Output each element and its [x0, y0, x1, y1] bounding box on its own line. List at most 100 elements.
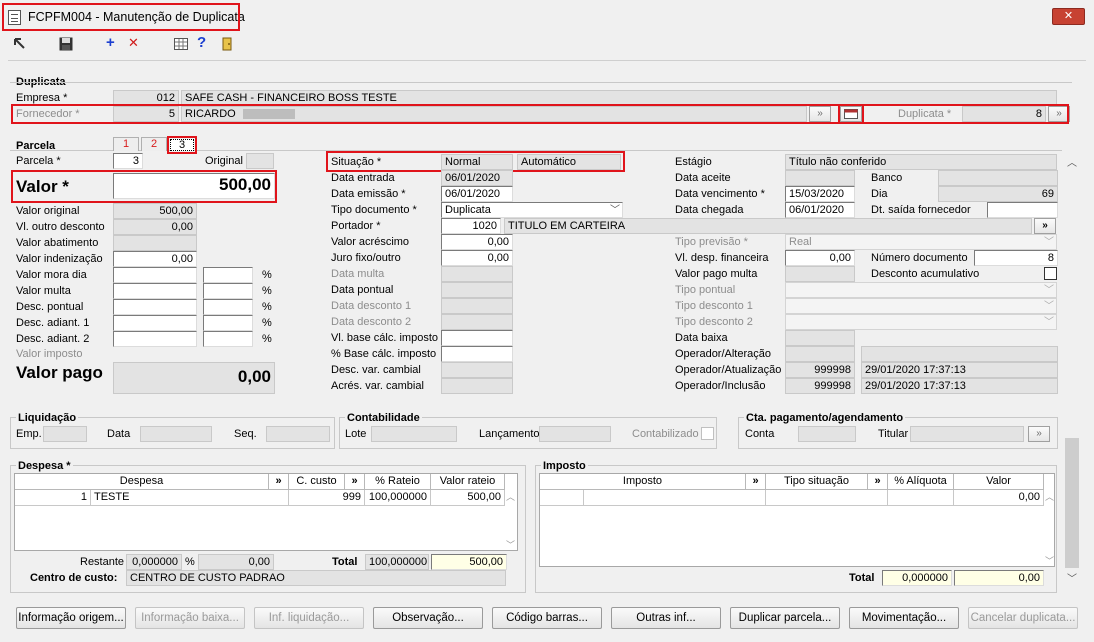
valor-multa-pct-field[interactable]: [203, 283, 253, 299]
row-number: 1: [15, 490, 91, 506]
fornecedor-search-button[interactable]: »: [809, 106, 831, 122]
movimentacao-button[interactable]: Movimentação...: [849, 607, 959, 629]
valor-indenizacao-field[interactable]: 0,00: [113, 251, 197, 267]
calculator-icon[interactable]: [174, 38, 188, 50]
vl-base-field[interactable]: [441, 330, 513, 346]
informacao-origem-button[interactable]: Informação origem...: [16, 607, 126, 629]
scroll-down-icon[interactable]: ﹀: [506, 538, 515, 551]
desc-adiant-2-pct-field[interactable]: [203, 331, 253, 347]
col-imposto-lookup[interactable]: »: [746, 474, 766, 490]
restante-label: Restante: [80, 556, 125, 568]
scroll-up-icon[interactable]: ︿: [1045, 490, 1054, 503]
calendar-button[interactable]: [840, 106, 862, 122]
close-button[interactable]: ✕: [1052, 8, 1085, 25]
table-row[interactable]: 0,00: [540, 490, 1044, 506]
data-chegada-field[interactable]: 06/01/2020: [785, 202, 855, 218]
cancelar-duplicata-button[interactable]: Cancelar duplicata...: [968, 607, 1078, 629]
lote-field: [371, 426, 457, 442]
col-ccusto-lookup[interactable]: »: [345, 474, 365, 490]
desconto-acumulativo-checkbox[interactable]: [1044, 267, 1057, 280]
operador-atualizacao-date: 29/01/2020 17:37:13: [861, 362, 1058, 378]
scroll-down-icon[interactable]: ﹀: [1067, 570, 1077, 585]
desc-adiant-1-field[interactable]: [113, 315, 197, 331]
desc-pontual-field[interactable]: [113, 299, 197, 315]
tab-parcela-2[interactable]: 2: [141, 137, 167, 151]
tipo-pontual-select: ﹀: [785, 282, 1057, 298]
table-row[interactable]: 1 TESTE 999 100,000000 500,00: [15, 490, 505, 506]
despesa-scrollbar[interactable]: ︿ ﹀: [505, 490, 517, 550]
row-valor[interactable]: 500,00: [431, 490, 505, 506]
desc-adiant-2-field[interactable]: [113, 331, 197, 347]
original-label: Original: [205, 155, 243, 167]
vertical-scrollbar[interactable]: ︿ ﹀: [1064, 152, 1080, 586]
desc-adiant-1-pct-field[interactable]: [203, 315, 253, 331]
estagio-field: Título não conferido: [785, 154, 1057, 170]
data-chegada-label: Data chegada: [675, 204, 744, 216]
pct-sign: %: [262, 301, 272, 313]
titular-field: [910, 426, 1024, 442]
titular-search-button[interactable]: »: [1028, 426, 1050, 442]
dup-search-button[interactable]: »: [1048, 106, 1070, 122]
centro-custo-field: CENTRO DE CUSTO PADRAO: [126, 570, 506, 586]
dup-label: Duplicata *: [898, 108, 952, 120]
row-valor[interactable]: 0,00: [954, 490, 1044, 506]
valor-mora-dia-field[interactable]: [113, 267, 197, 283]
scroll-down-icon[interactable]: ﹀: [1045, 554, 1054, 567]
numero-documento-field[interactable]: 8: [974, 250, 1058, 266]
imposto-scrollbar[interactable]: ︿ ﹀: [1044, 490, 1055, 566]
row-rateio[interactable]: 100,000000: [365, 490, 431, 506]
tab-parcela-3[interactable]: 3: [170, 139, 194, 151]
juro-field[interactable]: 0,00: [441, 250, 513, 266]
estagio-label: Estágio: [675, 156, 712, 168]
add-icon[interactable]: +: [106, 35, 115, 51]
tipo-previsao-select: Real ﹀: [785, 234, 1057, 250]
chevron-down-icon: ﹀: [1044, 285, 1054, 296]
data-liq-label: Data: [107, 428, 131, 440]
empresa-label: Empresa *: [16, 92, 68, 104]
duplicar-parcela-button[interactable]: Duplicar parcela...: [730, 607, 840, 629]
tab-parcela-1[interactable]: 1: [113, 137, 139, 151]
pct-base-field[interactable]: [441, 346, 513, 362]
informacao-baixa-button[interactable]: Informação baixa...: [135, 607, 245, 629]
valor-mora-dia-pct-field[interactable]: [203, 267, 253, 283]
chevron-down-icon: ﹀: [1044, 301, 1054, 312]
exit-door-icon[interactable]: [221, 37, 235, 51]
codigo-barras-button[interactable]: Código barras...: [492, 607, 602, 629]
observacao-button[interactable]: Observação...: [373, 607, 483, 629]
vl-desp-financeira-field[interactable]: 0,00: [785, 250, 855, 266]
data-vencimento-field[interactable]: 15/03/2020: [785, 186, 855, 202]
save-icon[interactable]: [59, 37, 73, 51]
window-title: FCPFM004 - Manutenção de Duplicata: [28, 10, 245, 24]
desc-pontual-pct-field[interactable]: [203, 299, 253, 315]
row-despesa[interactable]: TESTE: [91, 490, 289, 506]
imposto-total-valor: 0,00: [954, 570, 1044, 586]
col-tipo-situacao-lookup[interactable]: »: [868, 474, 888, 490]
row-tipo-situacao[interactable]: [766, 490, 888, 506]
tipo-documento-select[interactable]: Duplicata ﹀: [441, 202, 623, 218]
help-icon[interactable]: ?: [197, 35, 206, 51]
row-ccusto[interactable]: 999: [289, 490, 365, 506]
back-arrow-icon[interactable]: [14, 38, 26, 50]
valor-multa-field[interactable]: [113, 283, 197, 299]
outras-inf-button[interactable]: Outras inf...: [611, 607, 721, 629]
scroll-up-icon[interactable]: ︿: [506, 490, 515, 503]
inf-liquidacao-button[interactable]: Inf. liquidação...: [254, 607, 364, 629]
parcela-label: Parcela *: [16, 155, 61, 167]
row-imposto[interactable]: [584, 490, 766, 506]
col-despesa-lookup[interactable]: »: [269, 474, 289, 490]
remove-icon[interactable]: ✕: [128, 35, 139, 51]
valor-acrescimo-field[interactable]: 0,00: [441, 234, 513, 250]
valor-original-label: Valor original: [16, 205, 80, 217]
valor-field[interactable]: 500,00: [113, 173, 275, 199]
seq-field: [266, 426, 330, 442]
portador-code-field[interactable]: 1020: [441, 218, 501, 234]
empresa-name-field: SAFE CASH - FINANCEIRO BOSS TESTE: [181, 90, 1057, 106]
scroll-thumb[interactable]: [1065, 438, 1079, 568]
dt-saida-field[interactable]: [987, 202, 1058, 218]
scroll-up-icon[interactable]: ︿: [1067, 154, 1077, 169]
portador-search-button[interactable]: »: [1034, 218, 1056, 234]
row-aliquota[interactable]: [888, 490, 954, 506]
data-emissao-field[interactable]: 06/01/2020: [441, 186, 513, 202]
valor-imposto-label: Valor imposto: [16, 348, 83, 360]
parcela-field[interactable]: 3: [113, 153, 143, 169]
